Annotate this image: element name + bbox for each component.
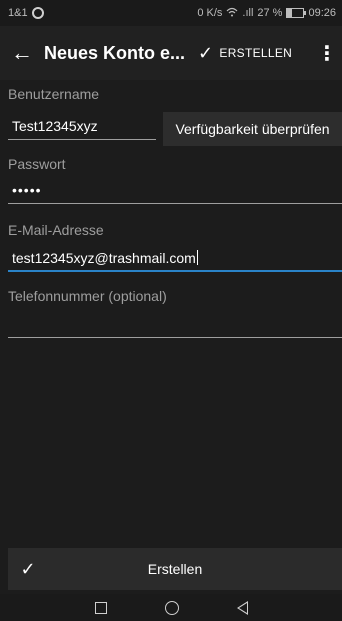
signal-icon: .ıll (242, 7, 254, 19)
status-right: 0 K/s .ıll 27 % 09:26 (197, 7, 336, 20)
create-action-label: ERSTELLEN (219, 46, 293, 60)
battery-tip (304, 11, 307, 15)
username-input[interactable]: Test12345xyz (8, 114, 156, 140)
home-icon[interactable] (164, 600, 179, 615)
create-action-button[interactable]: ✓ ERSTELLEN (198, 43, 292, 64)
check-icon: ✓ (20, 558, 36, 579)
status-bar: 1&1 0 K/s .ıll 27 % 09:26 (0, 0, 342, 26)
notification-ring-icon (31, 7, 44, 19)
status-left: 1&1 (8, 7, 44, 19)
page-title: Neues Konto e... (44, 42, 186, 63)
back-arrow-icon[interactable]: ← (0, 26, 44, 80)
toolbar: ← Neues Konto e... ✓ ERSTELLEN ⋮ (0, 26, 342, 80)
check-icon: ✓ (198, 42, 214, 63)
create-button[interactable]: ✓ Erstellen (8, 548, 342, 590)
clock: 09:26 (308, 7, 336, 19)
phone-input[interactable] (8, 312, 342, 338)
phone-label: Telefonnummer (optional) (8, 288, 167, 304)
recents-icon[interactable] (94, 601, 107, 614)
username-label: Benutzername (8, 86, 100, 102)
carrier-label: 1&1 (8, 7, 28, 19)
email-label: E-Mail-Adresse (8, 222, 104, 238)
email-value: test12345xyz@trashmail.com (12, 250, 196, 266)
network-speed: 0 K/s (197, 7, 223, 19)
wifi-icon (226, 7, 238, 20)
check-availability-button[interactable]: Verfügbarkeit überprüfen (163, 112, 342, 146)
text-caret (196, 250, 198, 265)
create-button-label: Erstellen (147, 561, 203, 577)
email-input[interactable]: test12345xyz@trashmail.com (8, 246, 342, 272)
overflow-menu-icon[interactable]: ⋮ (312, 26, 342, 80)
battery-fill (287, 9, 292, 17)
battery-icon (286, 8, 307, 18)
password-input[interactable]: ••••• (8, 178, 342, 204)
battery-percent: 27 % (257, 7, 283, 19)
back-triangle-icon[interactable] (236, 600, 248, 615)
system-nav-bar (0, 594, 342, 621)
password-label: Passwort (8, 156, 66, 172)
